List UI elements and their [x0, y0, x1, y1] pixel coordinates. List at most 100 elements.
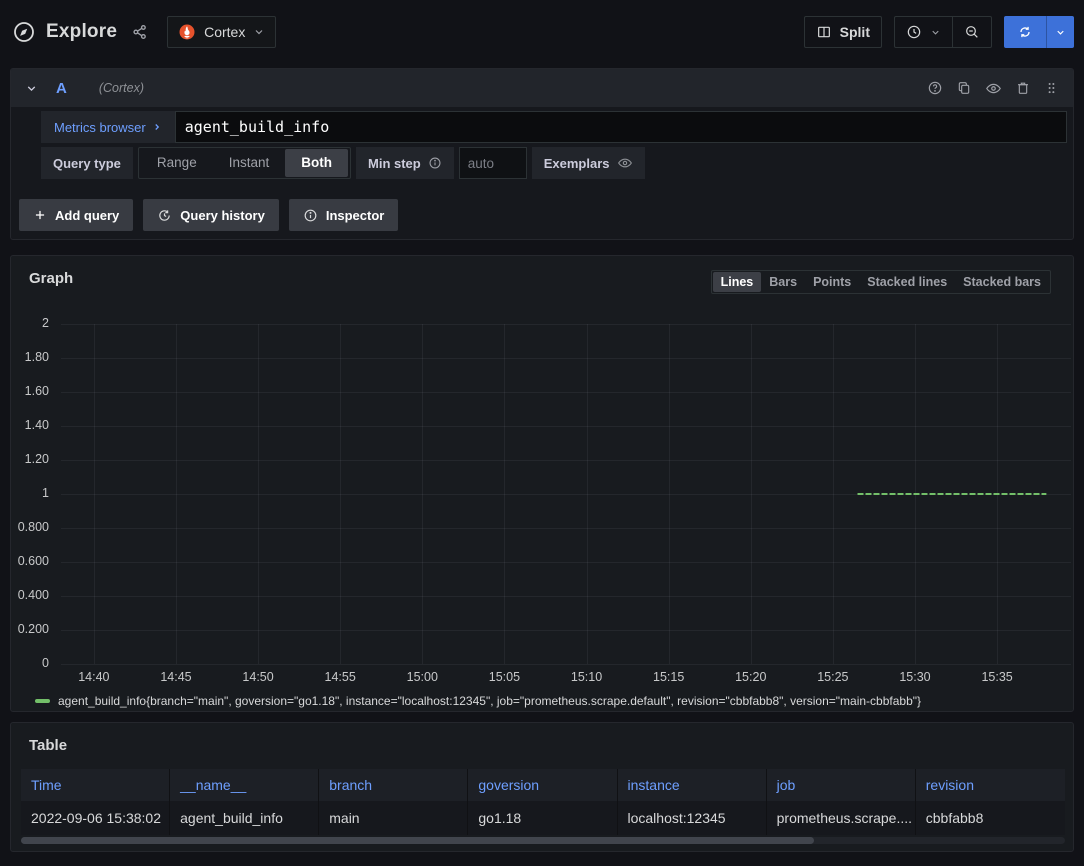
- legend-series-label[interactable]: agent_build_info{branch="main", goversio…: [58, 694, 921, 708]
- split-label: Split: [840, 24, 870, 40]
- table-horizontal-scrollbar[interactable]: [21, 837, 1065, 844]
- disable-query-eye-icon[interactable]: [985, 80, 1002, 97]
- y-tick-label: 1.60: [25, 384, 49, 398]
- scrollbar-thumb[interactable]: [21, 837, 814, 844]
- chevron-down-icon: [930, 27, 941, 38]
- table-header-job[interactable]: job: [767, 769, 916, 801]
- y-tick-label: 0.200: [18, 622, 49, 636]
- history-icon: [157, 208, 172, 223]
- query-type-option-instant[interactable]: Instant: [213, 149, 286, 177]
- y-tick-label: 2: [42, 316, 49, 330]
- refresh-sync-icon: [1017, 24, 1033, 40]
- x-tick-label: 15:20: [735, 670, 766, 684]
- legend-swatch: [35, 699, 50, 703]
- graph-panel: Graph LinesBarsPointsStacked linesStacke…: [10, 255, 1074, 712]
- datasource-picker[interactable]: Cortex: [167, 16, 276, 48]
- query-history-button[interactable]: Query history: [143, 199, 279, 231]
- y-tick-label: 0.400: [18, 588, 49, 602]
- y-tick-label: 1.20: [25, 452, 49, 466]
- chevron-down-icon: [253, 26, 265, 38]
- plus-icon: [33, 208, 47, 222]
- table-header-goversion[interactable]: goversion: [468, 769, 617, 801]
- graph-mode-lines[interactable]: Lines: [713, 272, 762, 292]
- share-icon[interactable]: [131, 23, 149, 41]
- split-pane-icon: [816, 24, 832, 40]
- min-step-label: Min step: [356, 147, 454, 179]
- table-header-branch[interactable]: branch: [319, 769, 468, 801]
- graph-panel-title: Graph: [29, 270, 73, 287]
- query-row-header[interactable]: A (Cortex): [11, 69, 1073, 107]
- plot-area[interactable]: [61, 324, 1071, 664]
- x-tick-label: 14:50: [242, 670, 273, 684]
- x-tick-label: 15:05: [489, 670, 520, 684]
- table-cell-job: prometheus.scrape....: [767, 801, 916, 835]
- exemplars-eye-icon: [617, 155, 633, 171]
- add-query-button[interactable]: Add query: [19, 199, 133, 231]
- x-tick-label: 14:45: [160, 670, 191, 684]
- graph-mode-stacked-bars[interactable]: Stacked bars: [955, 272, 1049, 292]
- collapse-chevron-icon[interactable]: [25, 82, 38, 95]
- refresh-button[interactable]: [1004, 16, 1074, 48]
- help-icon[interactable]: [927, 80, 943, 96]
- split-button[interactable]: Split: [804, 16, 882, 48]
- query-ref-id: A: [56, 80, 67, 97]
- x-tick-label: 14:55: [325, 670, 356, 684]
- table-header-time[interactable]: Time: [21, 769, 170, 801]
- query-type-option-range[interactable]: Range: [141, 149, 213, 177]
- time-picker-button[interactable]: [895, 17, 952, 47]
- exemplars-toggle[interactable]: Exemplars: [532, 147, 645, 179]
- x-tick-label: 15:25: [817, 670, 848, 684]
- clock-icon: [906, 24, 922, 40]
- metrics-browser-button[interactable]: Metrics browser: [41, 111, 175, 143]
- y-tick-label: 0.800: [18, 520, 49, 534]
- top-bar: Explore Cortex Split: [0, 0, 1084, 64]
- table-cell-branch: main: [319, 801, 468, 835]
- zoom-out-button[interactable]: [952, 17, 991, 47]
- table-header-revision[interactable]: revision: [916, 769, 1065, 801]
- search-minus-icon: [964, 24, 980, 40]
- series-layer: [61, 324, 1071, 664]
- table-header--name-[interactable]: __name__: [170, 769, 319, 801]
- graph-mode-points[interactable]: Points: [805, 272, 859, 292]
- x-tick-label: 15:10: [571, 670, 602, 684]
- table-cell-goversion: go1.18: [468, 801, 617, 835]
- refresh-interval-dropdown[interactable]: [1046, 16, 1074, 48]
- query-expression-input[interactable]: [175, 111, 1067, 143]
- x-axis-labels: 14:4014:4514:5014:5515:0015:0515:1015:15…: [61, 670, 1071, 686]
- explore-compass-icon: [12, 20, 36, 44]
- graph-mode-bars[interactable]: Bars: [761, 272, 805, 292]
- y-tick-label: 0: [42, 656, 49, 670]
- query-type-option-both[interactable]: Both: [285, 149, 348, 177]
- graph-mode-stacked-lines[interactable]: Stacked lines: [859, 272, 955, 292]
- x-tick-label: 14:40: [78, 670, 109, 684]
- table-header-instance[interactable]: instance: [618, 769, 767, 801]
- table-cell-instance: localhost:12345: [618, 801, 767, 835]
- x-tick-label: 15:15: [653, 670, 684, 684]
- inspector-button[interactable]: Inspector: [289, 199, 399, 231]
- table-header-row: Time__name__branchgoversioninstancejobre…: [21, 769, 1065, 801]
- y-tick-label: 1.80: [25, 350, 49, 364]
- y-tick-label: 1.40: [25, 418, 49, 432]
- query-type-label: Query type: [41, 147, 133, 179]
- table-panel-title: Table: [29, 737, 67, 754]
- delete-query-trash-icon[interactable]: [1015, 80, 1031, 96]
- copy-query-icon[interactable]: [956, 80, 972, 96]
- drag-handle-icon[interactable]: [1044, 80, 1059, 96]
- x-tick-label: 15:35: [981, 670, 1012, 684]
- x-tick-label: 15:30: [899, 670, 930, 684]
- chevron-right-icon: [152, 122, 162, 132]
- y-tick-label: 1: [42, 486, 49, 500]
- page-title: Explore: [46, 21, 117, 43]
- table-cell--name-: agent_build_info: [170, 801, 319, 835]
- y-axis-labels: 00.2000.4000.6000.80011.201.401.601.802: [11, 324, 55, 664]
- table-panel: Table Time__name__branchgoversioninstanc…: [10, 722, 1074, 852]
- min-step-input[interactable]: [459, 147, 527, 179]
- query-type-toggle: RangeInstantBoth: [138, 147, 351, 179]
- table-cell-time: 2022-09-06 15:38:02: [21, 801, 170, 835]
- query-editor-panel: A (Cortex) Metrics browser: [10, 68, 1074, 240]
- y-tick-label: 0.600: [18, 554, 49, 568]
- datasource-name: Cortex: [204, 24, 245, 40]
- info-circle-icon: [303, 208, 318, 223]
- graph-style-toggle: LinesBarsPointsStacked linesStacked bars: [711, 270, 1051, 294]
- info-icon: [428, 156, 442, 170]
